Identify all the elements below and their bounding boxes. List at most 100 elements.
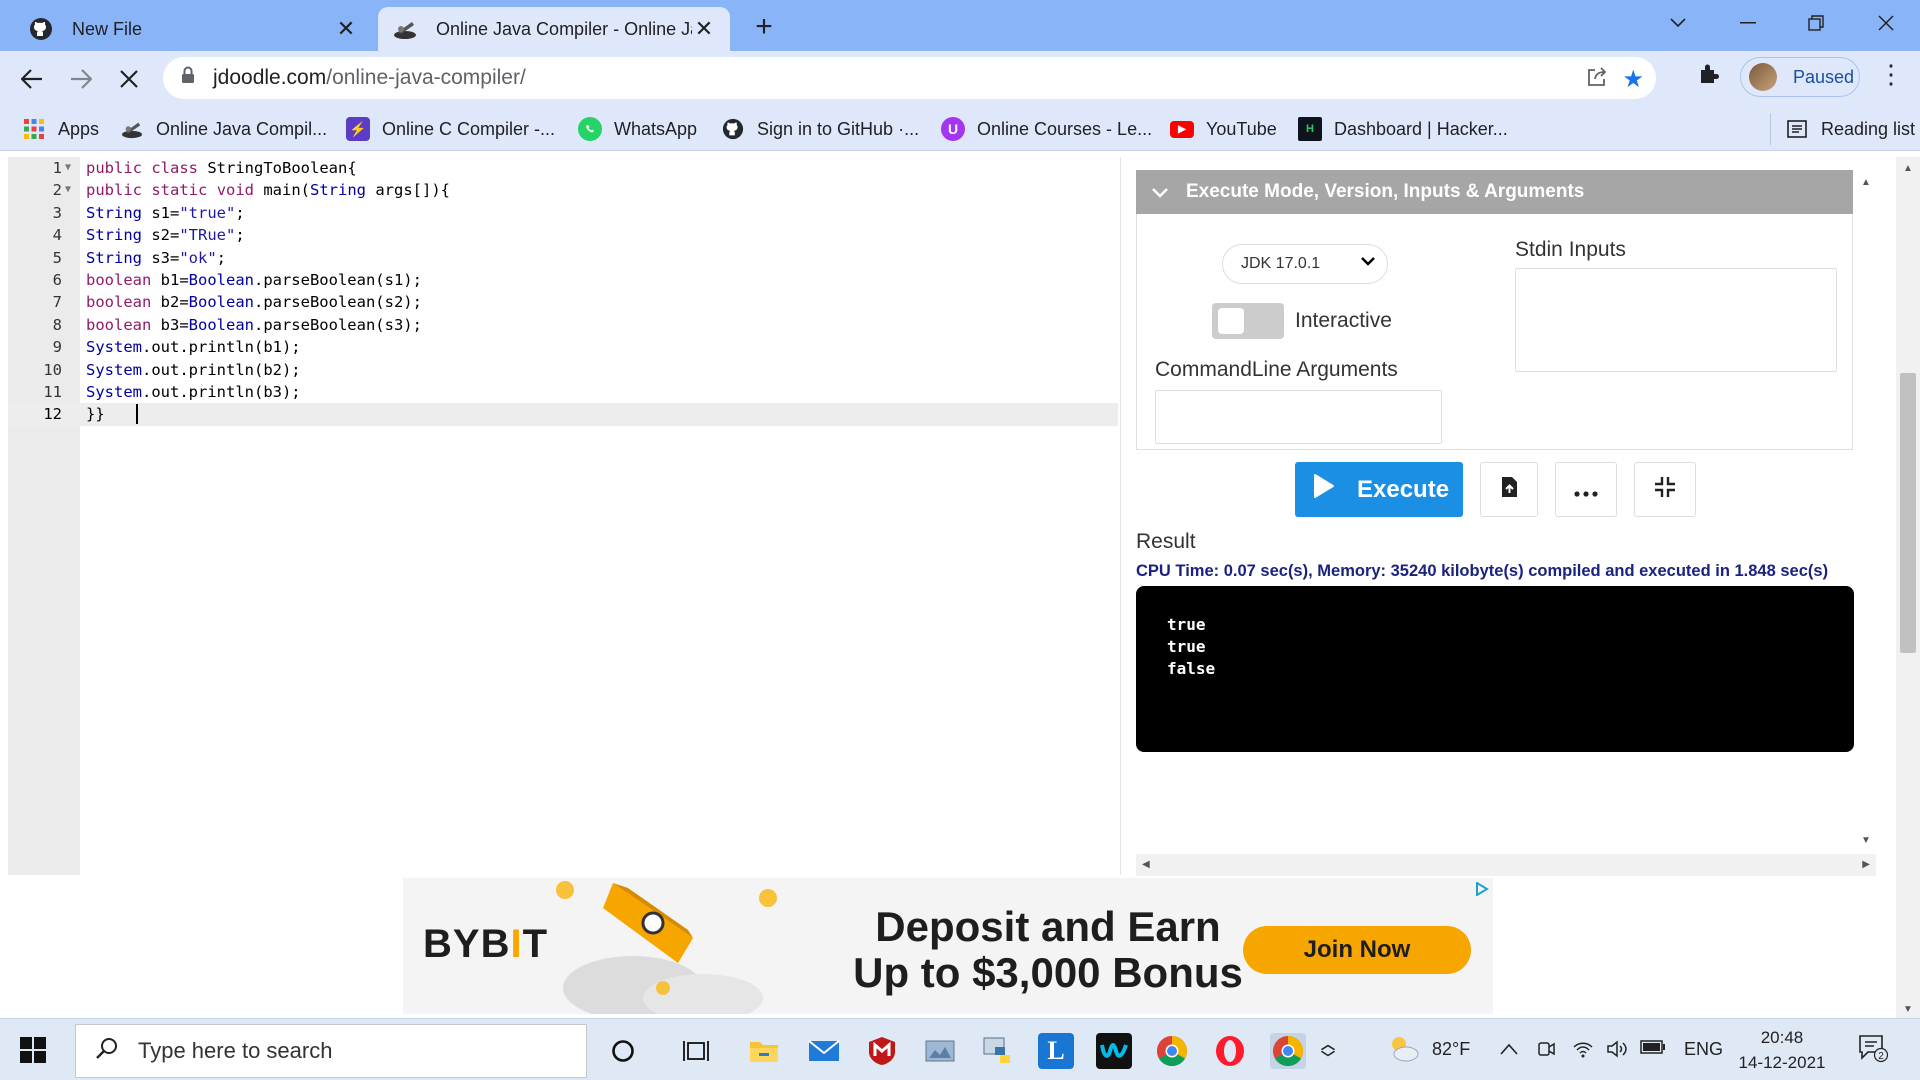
extensions-puzzle-icon[interactable] <box>1697 62 1721 93</box>
collapse-editor-button[interactable] <box>1634 462 1696 517</box>
code-line[interactable]: 2 ▼ public static void main(String args[])… <box>8 179 1118 201</box>
output-line: false <box>1167 659 1216 678</box>
execute-button[interactable]: Execute <box>1295 462 1463 517</box>
interactive-toggle[interactable] <box>1212 303 1284 339</box>
notifications-icon[interactable]: 2 <box>1858 1033 1889 1068</box>
code-line[interactable]: 9 System.out.println(b1); <box>8 336 1118 358</box>
l-app-icon[interactable]: L <box>1038 1033 1074 1069</box>
python-idle-icon[interactable] <box>980 1033 1016 1069</box>
tab-title: Online Java Compiler - Online Ja <box>436 18 692 39</box>
input-language[interactable]: ENG <box>1684 1039 1723 1060</box>
rocket-illustration <box>556 881 777 1014</box>
ad-choices-icon[interactable] <box>1475 882 1489 896</box>
minimize-icon[interactable] <box>1718 6 1778 40</box>
code-line[interactable]: 5 String s3="ok"; <box>8 247 1118 269</box>
code-line[interactable]: 6 boolean b1=Boolean.parseBoolean(s1); <box>8 269 1118 291</box>
close-tab-icon[interactable]: ✕ <box>692 16 716 42</box>
task-view-icon[interactable] <box>678 1033 714 1069</box>
ad-join-now-button[interactable]: Join Now <box>1243 926 1471 974</box>
bookmark-sign-in-github[interactable]: Sign in to GitHub ·... <box>721 113 919 145</box>
code-line[interactable]: 3 String s1="true"; <box>8 202 1118 224</box>
scroll-down-arrow-icon[interactable]: ▼ <box>1903 1004 1913 1015</box>
volume-icon[interactable] <box>1606 1039 1628 1064</box>
params-accordion-header[interactable]: Execute Mode, Version, Inputs & Argument… <box>1136 170 1853 214</box>
weather-icon[interactable] <box>1386 1033 1420 1068</box>
fold-toggle-icon[interactable]: ▼ <box>65 179 71 201</box>
output-line: true <box>1167 637 1206 656</box>
fold-toggle-icon[interactable]: ▼ <box>65 157 71 179</box>
address-bar[interactable]: jdoodle.com/online-java-compiler/ ★ <box>163 57 1656 99</box>
bookmark-online-c-compiler[interactable]: ⚡ Online C Compiler -... <box>346 113 555 145</box>
new-tab-button[interactable]: + <box>748 10 780 44</box>
bookmark-whatsapp[interactable]: WhatsApp <box>578 113 697 145</box>
horizontal-scrollbar[interactable]: ◀ ▶ <box>1136 854 1876 876</box>
page-vertical-scrollbar[interactable]: ▲ ▼ <box>1896 157 1920 1023</box>
bookmark-dashboard-hackerrank[interactable]: H Dashboard | Hacker... <box>1298 113 1508 145</box>
scroll-right-arrow-icon[interactable]: ▶ <box>1862 859 1870 870</box>
reading-list-button[interactable]: Reading list <box>1770 113 1915 145</box>
close-tab-icon[interactable]: ✕ <box>334 16 358 42</box>
file-explorer-icon[interactable] <box>746 1033 782 1069</box>
show-hidden-icons-chevron-icon[interactable] <box>1500 1039 1518 1060</box>
args-input[interactable] <box>1155 390 1442 444</box>
cortana-icon[interactable] <box>605 1033 641 1069</box>
code-text: public static void main(String args[]){ <box>86 181 451 200</box>
more-options-button[interactable] <box>1555 462 1617 517</box>
panel-scroll-down-arrow-icon[interactable]: ▼ <box>1861 835 1871 846</box>
profile-button[interactable]: Paused <box>1740 57 1860 97</box>
share-icon[interactable] <box>1586 66 1608 94</box>
tab-new-file[interactable]: New File ✕ <box>14 7 372 51</box>
code-line[interactable]: 1 ▼ public class StringToBoolean{ <box>8 157 1118 179</box>
tab-online-java-compiler[interactable]: Online Java Compiler - Online Ja ✕ <box>378 7 730 51</box>
wifi-icon[interactable] <box>1572 1039 1594 1064</box>
battery-icon[interactable] <box>1640 1039 1666 1060</box>
chrome-icon[interactable] <box>1154 1033 1190 1069</box>
bookmark-apps[interactable]: Apps <box>22 113 99 145</box>
bookmark-star-icon[interactable]: ★ <box>1622 65 1644 94</box>
ad-banner[interactable]: BYBIT Deposit and Earn Up to $3,000 Bonu… <box>403 878 1493 1014</box>
scroll-left-arrow-icon[interactable]: ◀ <box>1142 859 1150 870</box>
play-icon <box>1313 473 1335 506</box>
code-line[interactable]: 10 System.out.println(b2); <box>8 359 1118 381</box>
upload-file-button[interactable] <box>1480 462 1538 517</box>
mail-icon[interactable] <box>806 1033 842 1069</box>
mcafee-icon[interactable] <box>864 1033 900 1069</box>
meet-now-icon[interactable] <box>1536 1039 1556 1064</box>
bookmark-youtube[interactable]: ▶ YouTube <box>1170 113 1277 145</box>
tab-search-chevron-icon[interactable] <box>1648 6 1708 40</box>
bookmark-online-courses[interactable]: U Online Courses - Le... <box>941 113 1152 145</box>
restore-icon[interactable] <box>1786 6 1846 40</box>
clock-date: 14-12-2021 <box>1738 1053 1826 1072</box>
panel-scroll-up-arrow-icon[interactable]: ▲ <box>1861 177 1871 188</box>
forward-arrow-icon[interactable] <box>63 61 99 97</box>
jdoodle-icon <box>392 16 418 42</box>
code-line[interactable]: 7 boolean b2=Boolean.parseBoolean(s2); <box>8 291 1118 313</box>
code-editor[interactable]: 1 ▼ public class StringToBoolean{ 2 ▼ public … <box>8 157 1121 875</box>
stop-loading-icon[interactable] <box>111 61 147 97</box>
photo-app-icon[interactable] <box>922 1033 958 1069</box>
bookmark-online-java-compiler[interactable]: Online Java Compil... <box>120 113 327 145</box>
system-clock[interactable]: 20:48 14-12-2021 <box>1734 1025 1830 1075</box>
weather-temperature[interactable]: 82°F <box>1432 1039 1470 1060</box>
code-line[interactable]: 4 String s2="TRue"; <box>8 224 1118 246</box>
back-arrow-icon[interactable] <box>14 61 50 97</box>
jdk-version-select[interactable]: JDK 17.0.1 <box>1222 244 1388 284</box>
chrome-active-icon[interactable] <box>1270 1033 1306 1069</box>
webex-icon[interactable] <box>1096 1033 1132 1069</box>
tab-title: New File <box>72 18 143 39</box>
code-line[interactable]: 11 System.out.println(b3); <box>8 381 1118 403</box>
scroll-up-arrow-icon[interactable]: ▲ <box>1903 163 1913 174</box>
code-line[interactable]: 8 boolean b3=Boolean.parseBoolean(s3); <box>8 314 1118 336</box>
windows-start-icon[interactable] <box>20 1037 46 1063</box>
scrollbar-thumb[interactable] <box>1900 373 1916 653</box>
line-number: 2 <box>52 181 62 200</box>
more-dots-icon <box>1574 477 1598 503</box>
stdin-input[interactable] <box>1515 268 1837 372</box>
taskbar-search-box[interactable]: Type here to search <box>75 1024 587 1078</box>
browser-menu-icon[interactable]: ⋮ <box>1878 59 1904 90</box>
code-text: String s2="TRue"; <box>86 226 245 245</box>
code-line[interactable]: 12}} <box>8 403 1118 426</box>
taskbar-overflow-chevrons-icon[interactable]: ︿ ﹀ <box>1318 1033 1338 1069</box>
opera-icon[interactable] <box>1212 1033 1248 1069</box>
close-window-icon[interactable] <box>1856 6 1916 40</box>
